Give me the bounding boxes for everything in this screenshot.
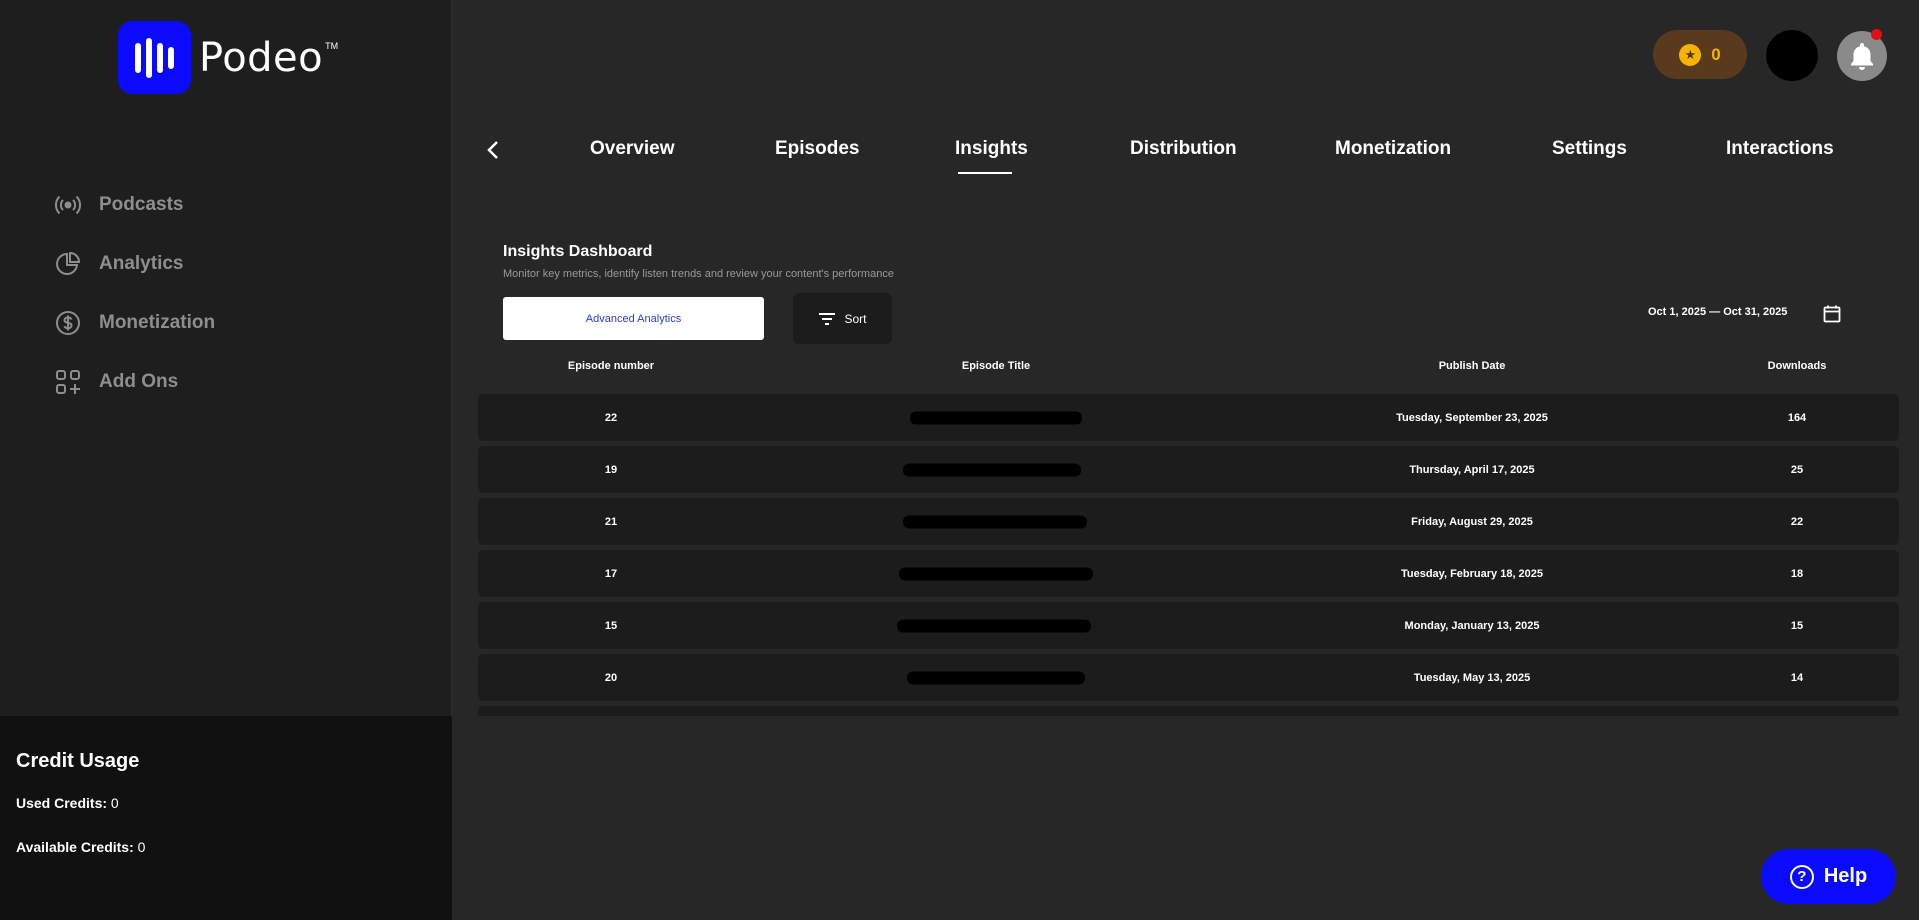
logo-trademark: TM <box>325 40 339 51</box>
sidebar-item-label: Add Ons <box>99 370 179 392</box>
redacted-episode-title <box>899 567 1093 580</box>
episode-number: 21 <box>604 515 618 528</box>
page-subtitle: Monitor key metrics, identify listen tre… <box>503 268 894 280</box>
date-range-text[interactable]: Oct 1, 2025 — Oct 31, 2025 <box>1648 306 1787 318</box>
publish-date: Friday, August 29, 2025 <box>1411 515 1533 528</box>
downloads-count: 18 <box>1790 567 1804 580</box>
used-credits-row: Used Credits: 0 <box>16 795 436 811</box>
pie-chart-icon <box>54 250 82 278</box>
sidebar-item-label: Podcasts <box>99 193 184 215</box>
available-credits-row: Available Credits: 0 <box>16 839 436 855</box>
sidebar-item-label: Monetization <box>99 311 216 333</box>
episode-number: 17 <box>604 567 618 580</box>
episode-number: 15 <box>604 619 618 632</box>
logo-text: Podeo <box>199 34 324 81</box>
column-header-episode-number[interactable]: Episode number <box>568 360 654 372</box>
publish-date: Monday, January 13, 2025 <box>1404 619 1540 632</box>
help-button[interactable]: ? Help <box>1761 849 1896 904</box>
table-row[interactable]: 22 Tuesday, September 23, 2025 164 <box>478 394 1899 441</box>
table-row[interactable]: 20 Tuesday, May 13, 2025 14 <box>478 654 1899 701</box>
column-header-publish-date[interactable]: Publish Date <box>1439 360 1506 372</box>
sidebar-item-analytics[interactable]: Analytics <box>54 234 215 293</box>
redacted-episode-title <box>897 619 1091 632</box>
tab-monetization[interactable]: Monetization <box>1335 138 1451 160</box>
sidebar-item-label: Analytics <box>99 252 184 274</box>
available-credits-label: Available Credits: <box>16 839 134 855</box>
back-button[interactable] <box>481 138 505 162</box>
active-tab-indicator <box>958 172 1012 174</box>
podeo-logo[interactable]: Podeo TM <box>118 21 338 94</box>
tab-insights[interactable]: Insights <box>955 138 1028 160</box>
bell-icon <box>1851 43 1873 70</box>
sidebar-item-podcasts[interactable]: Podcasts <box>54 175 215 234</box>
tab-interactions[interactable]: Interactions <box>1726 138 1834 160</box>
sort-button[interactable]: Sort <box>793 293 892 344</box>
table-row[interactable]: 21 Friday, August 29, 2025 22 <box>478 498 1899 545</box>
credit-usage-title: Credit Usage <box>16 750 140 772</box>
page-title: Insights Dashboard <box>503 243 653 260</box>
coins-badge[interactable]: ★ 0 <box>1653 30 1747 79</box>
used-credits-label: Used Credits: <box>16 795 108 811</box>
column-header-episode-title[interactable]: Episode Title <box>962 360 1030 372</box>
redacted-episode-title <box>907 671 1085 684</box>
question-mark-icon: ? <box>1789 864 1814 889</box>
help-label: Help <box>1823 865 1868 887</box>
episode-number: 22 <box>604 411 618 424</box>
column-header-downloads[interactable]: Downloads <box>1768 360 1827 372</box>
sidebar-nav: Podcasts Analytics Monetization Add Ons <box>54 175 215 411</box>
episode-number: 19 <box>604 463 618 476</box>
downloads-count: 15 <box>1790 619 1804 632</box>
avatar[interactable] <box>1766 30 1818 81</box>
table-row[interactable]: 15 Monday, January 13, 2025 15 <box>478 602 1899 649</box>
redacted-episode-title <box>910 411 1082 424</box>
publish-date: Thursday, April 17, 2025 <box>1409 463 1535 476</box>
available-credits-value: 0 <box>137 839 146 855</box>
table-row[interactable]: 17 Tuesday, February 18, 2025 18 <box>478 550 1899 597</box>
sort-label: Sort <box>844 311 867 326</box>
tab-overview[interactable]: Overview <box>590 138 675 160</box>
advanced-analytics-button[interactable]: Advanced Analytics <box>503 297 764 340</box>
publish-date: Tuesday, May 13, 2025 <box>1413 671 1531 684</box>
sidebar: Podeo TM Podcasts Analytics Monetization <box>0 0 452 920</box>
publish-date: Tuesday, February 18, 2025 <box>1400 567 1544 580</box>
downloads-count: 14 <box>1790 671 1804 684</box>
podcast-broadcast-icon <box>54 191 82 219</box>
chevron-left-icon <box>487 141 498 159</box>
redacted-episode-title <box>903 515 1087 528</box>
episode-number: 20 <box>604 671 618 684</box>
used-credits-value: 0 <box>110 795 119 811</box>
logo-mark-icon <box>118 21 191 94</box>
sort-filter-icon <box>819 312 836 325</box>
table-row-partial <box>478 706 1899 716</box>
coins-count: 0 <box>1711 44 1721 64</box>
credit-usage-panel: Credit Usage Used Credits: 0 Available C… <box>0 716 452 920</box>
dollar-circle-icon <box>54 309 82 337</box>
table-row[interactable]: 19 Thursday, April 17, 2025 25 <box>478 446 1899 493</box>
downloads-count: 164 <box>1787 411 1807 424</box>
grid-plus-icon <box>54 368 82 396</box>
tab-settings[interactable]: Settings <box>1552 138 1627 160</box>
downloads-count: 25 <box>1790 463 1804 476</box>
tab-episodes[interactable]: Episodes <box>775 138 859 160</box>
redacted-episode-title <box>903 463 1081 476</box>
tab-distribution[interactable]: Distribution <box>1130 138 1237 160</box>
star-coin-icon: ★ <box>1679 43 1702 66</box>
publish-date: Tuesday, September 23, 2025 <box>1396 411 1548 424</box>
calendar-icon[interactable] <box>1822 304 1842 324</box>
sidebar-item-add-ons[interactable]: Add Ons <box>54 352 215 411</box>
downloads-count: 22 <box>1790 515 1804 528</box>
notification-dot <box>1871 29 1882 40</box>
sidebar-item-monetization[interactable]: Monetization <box>54 293 215 352</box>
